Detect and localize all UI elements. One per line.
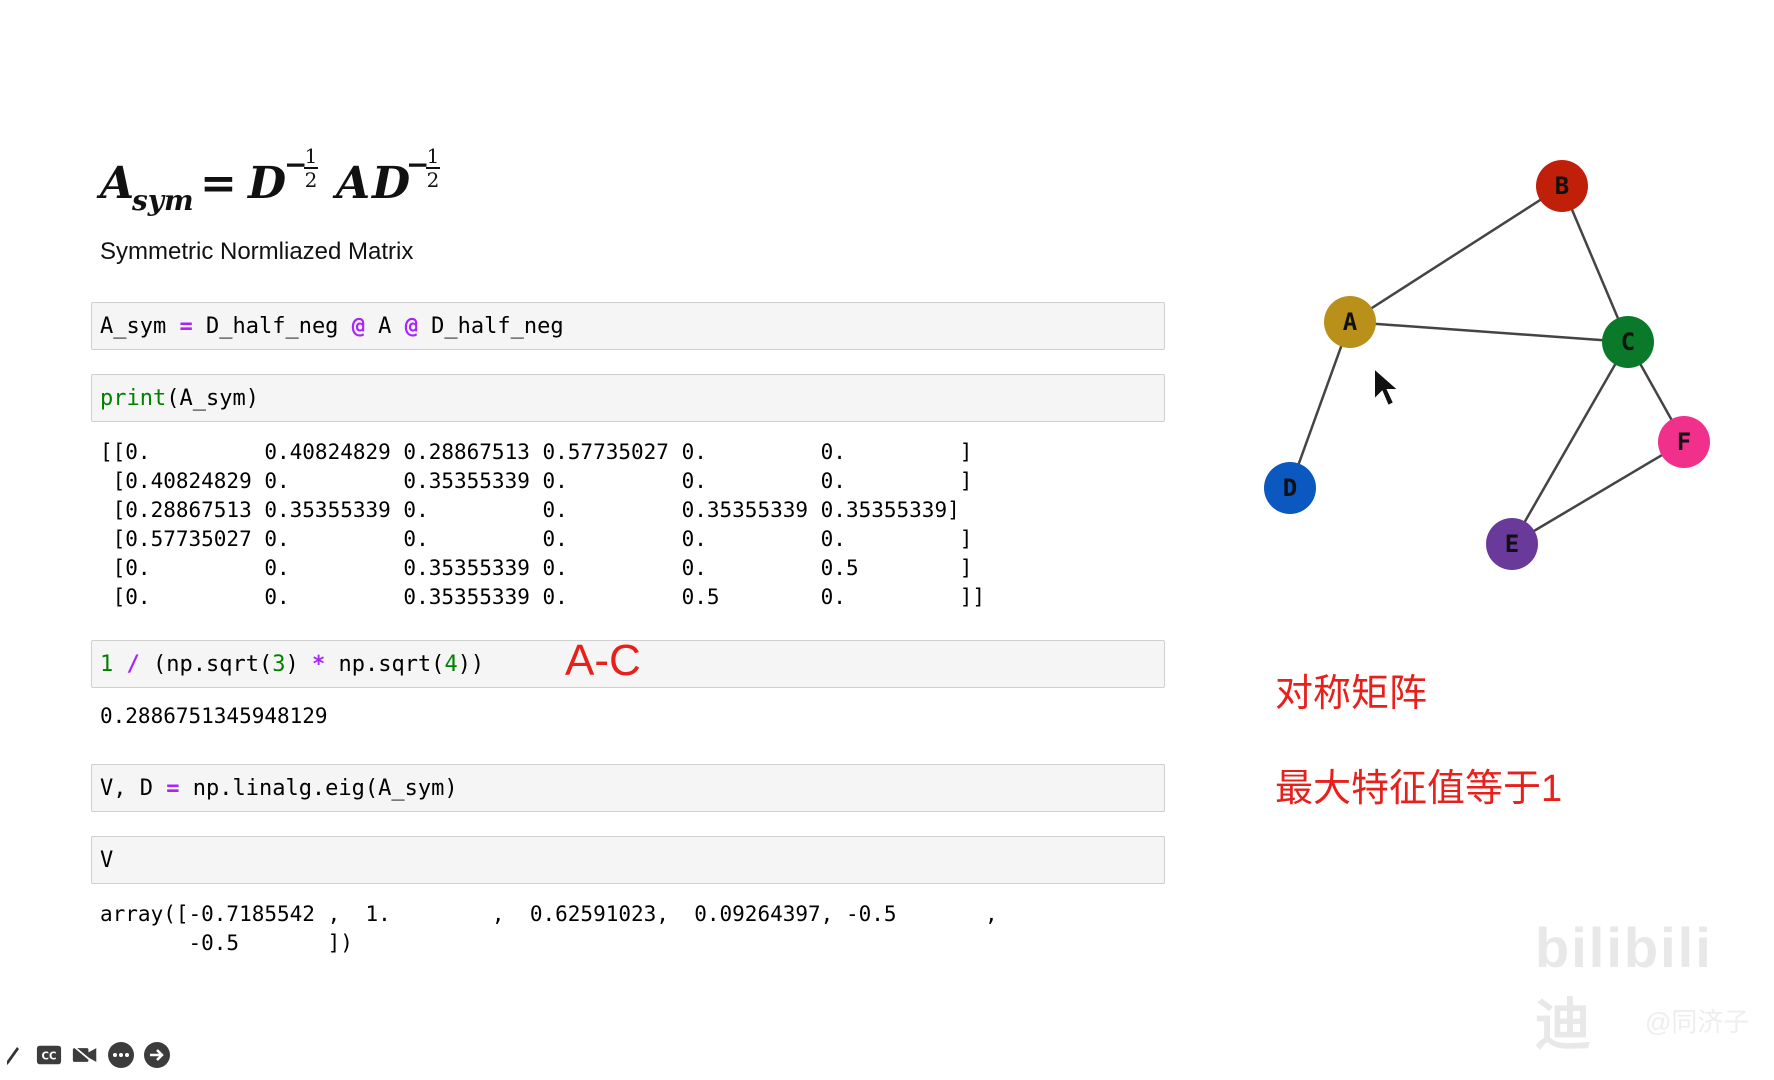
code-cell-v[interactable]: V (91, 836, 1165, 884)
code-line: 1 / (np.sqrt(3) * np.sqrt(4)) (100, 652, 485, 677)
formula-A: A (100, 158, 135, 209)
edge-C-E (1510, 341, 1630, 545)
svg-text:CC: CC (42, 1052, 57, 1063)
node-label-D: D (1283, 474, 1297, 502)
node-C: C (1602, 316, 1654, 368)
cc-icon[interactable]: CC (36, 1042, 62, 1068)
description: Symmetric Normliazed Matrix (100, 238, 414, 265)
next-icon[interactable] (144, 1042, 170, 1068)
formula-exp2: 1 2 (426, 146, 440, 190)
code-line: V, D = np.linalg.eig(A_sym) (100, 776, 458, 801)
edge-E-F (1511, 440, 1685, 546)
formula-D2: D (372, 158, 411, 209)
value-output: 0.2886751345948129 (100, 704, 328, 728)
node-label-A: A (1343, 308, 1358, 336)
uploader-watermark: @同济子 (1645, 1007, 1750, 1037)
node-label-B: B (1555, 172, 1569, 200)
edge-A-D (1288, 321, 1352, 489)
exp2-den: 2 (426, 168, 440, 192)
note-symmetric: 对称矩阵 (1275, 673, 1428, 715)
video-off-icon[interactable] (72, 1042, 98, 1068)
matrix-output: [[0. 0.40824829 0.28867513 0.57735027 0.… (100, 440, 986, 609)
formula-eq: = (200, 158, 237, 209)
node-label-C: C (1621, 328, 1635, 356)
code-line: print(A_sym) (100, 386, 259, 411)
code-cell-eig[interactable]: V, D = np.linalg.eig(A_sym) (91, 764, 1165, 812)
mouse-cursor-icon (1373, 366, 1402, 408)
graph-nodes: A B C D E F (1264, 160, 1710, 570)
exp1-num: 1 (304, 144, 318, 168)
array-output: array([-0.7185542 , 1. , 0.62591023, 0.0… (100, 902, 998, 955)
formula-sym: sym (132, 184, 194, 217)
code-line: V (100, 848, 114, 873)
edit-icon[interactable] (0, 1042, 26, 1068)
node-F: F (1658, 416, 1710, 468)
node-label-E: E (1505, 530, 1519, 558)
more-icon[interactable] (108, 1042, 134, 1068)
code-cell-asym[interactable]: A_sym = D_half_neg @ A @ D_half_neg (91, 302, 1165, 350)
note-eigenvalue: 最大特征值等于1 (1275, 768, 1563, 810)
node-label-F: F (1677, 428, 1691, 456)
formula-A2: A (336, 158, 371, 209)
graph-diagram: A B C D E F (1264, 160, 1710, 570)
formula-D1: D (248, 158, 287, 209)
node-E: E (1486, 518, 1538, 570)
note-ac: A-C (565, 636, 641, 685)
node-A: A (1324, 296, 1376, 348)
node-B: B (1536, 160, 1588, 212)
exp1-den: 2 (304, 168, 318, 192)
node-D: D (1264, 462, 1316, 514)
exp2-num: 1 (426, 144, 440, 168)
code-cell-print[interactable]: print(A_sym) (91, 374, 1165, 422)
edge-A-C (1349, 320, 1629, 344)
bilibili-watermark: bilibili 迪 (1535, 916, 1713, 1056)
player-toolbar: CC (0, 1042, 170, 1068)
edge-A-B (1349, 184, 1563, 324)
code-line: A_sym = D_half_neg @ A @ D_half_neg (100, 314, 564, 339)
formula-exp1: 1 2 (304, 146, 318, 190)
